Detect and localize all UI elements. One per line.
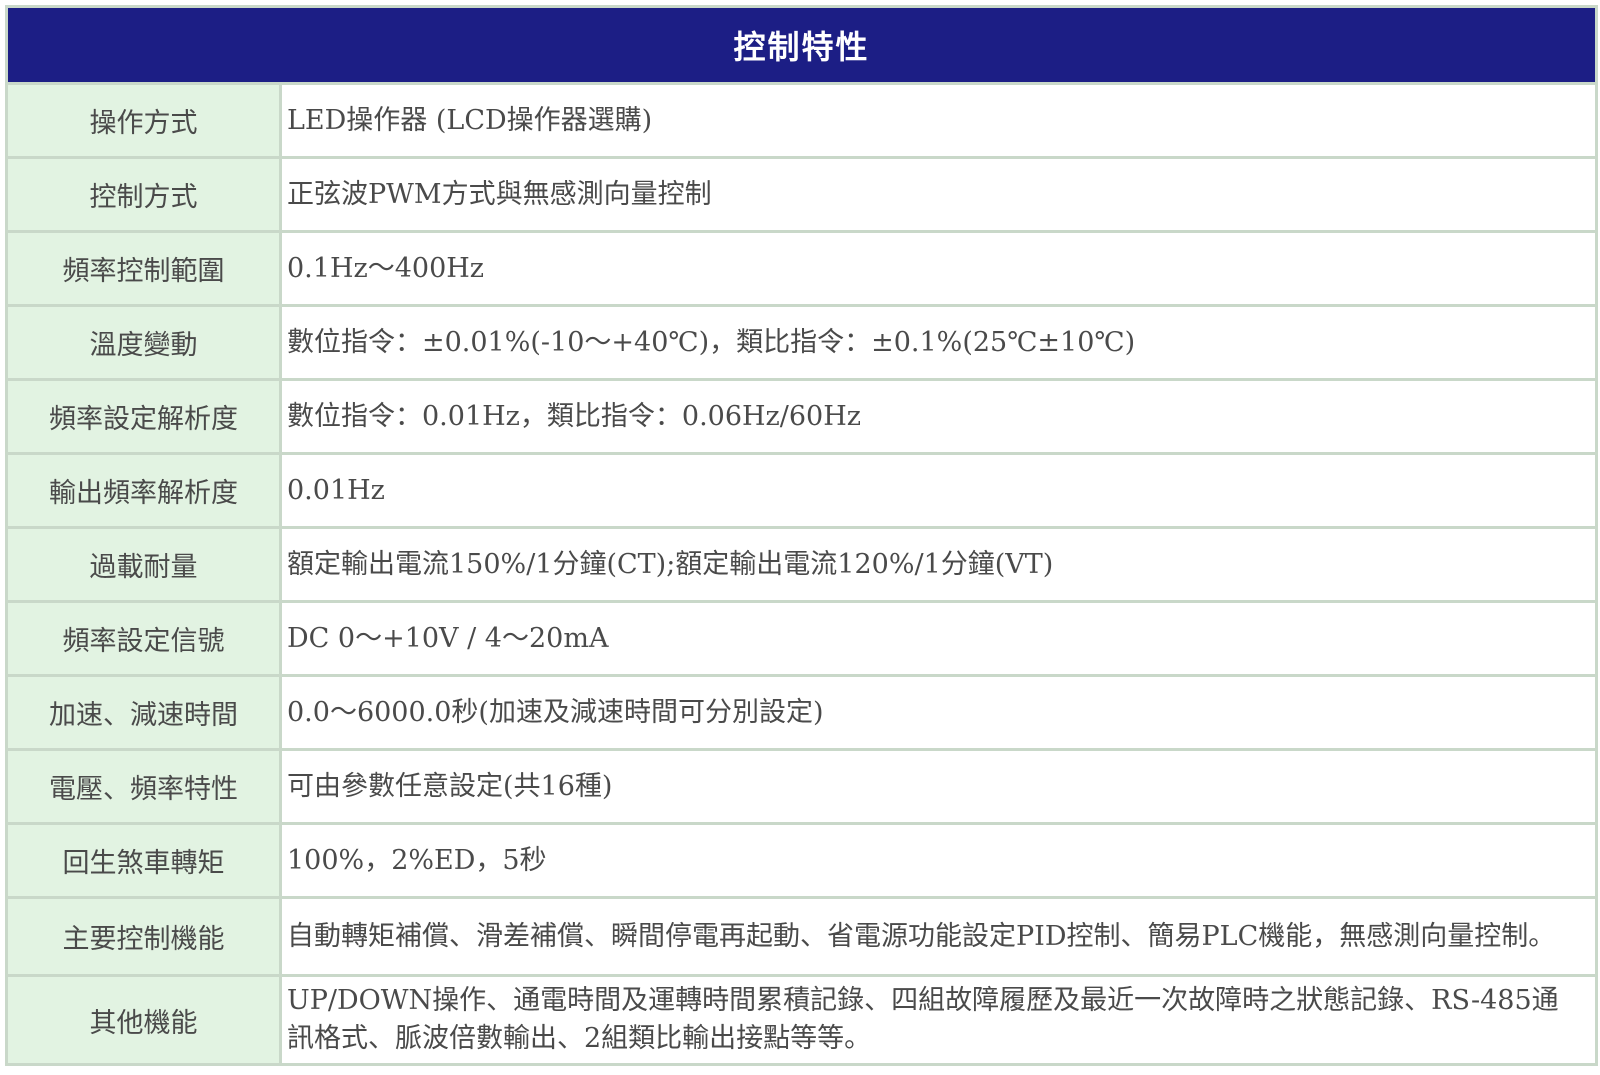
row-value: 自動轉矩補償、滑差補償、瞬間停電再起動、省電源功能設定PID控制、簡易PLC機能…	[278, 896, 1599, 977]
row-value: 額定輸出電流150%/1分鐘(CT);額定輸出電流120%/1分鐘(VT)	[278, 526, 1599, 603]
table-row: 回生煞車轉矩 100%，2%ED，5秒	[5, 822, 1599, 899]
table-row: 頻率設定信號 DC 0～+10V / 4～20mA	[5, 600, 1599, 677]
row-value: 0.0～6000.0秒(加速及減速時間可分別設定)	[278, 674, 1599, 751]
row-value: 0.01Hz	[278, 452, 1599, 529]
row-label: 過載耐量	[5, 526, 282, 603]
table-row: 加速、減速時間 0.0～6000.0秒(加速及減速時間可分別設定)	[5, 674, 1599, 751]
row-label: 控制方式	[5, 156, 282, 233]
row-label: 主要控制機能	[5, 896, 282, 977]
table-row: 頻率控制範圍 0.1Hz～400Hz	[5, 230, 1599, 307]
table-row: 其他機能 UP/DOWN操作、通電時間及運轉時間累積記錄、四組故障履歷及最近一次…	[5, 974, 1599, 1066]
row-label: 溫度變動	[5, 304, 282, 381]
row-label: 電壓、頻率特性	[5, 748, 282, 825]
table-row: 輸出頻率解析度 0.01Hz	[5, 452, 1599, 529]
row-label: 操作方式	[5, 82, 282, 159]
table-row: 主要控制機能 自動轉矩補償、滑差補償、瞬間停電再起動、省電源功能設定PID控制、…	[5, 896, 1599, 977]
control-spec-table: 控制特性 操作方式 LED操作器 (LCD操作器選購) 控制方式 正弦波PWM方…	[4, 5, 1599, 1066]
row-label: 頻率設定解析度	[5, 378, 282, 455]
row-label: 回生煞車轉矩	[5, 822, 282, 899]
table-row: 控制方式 正弦波PWM方式與無感測向量控制	[5, 156, 1599, 233]
table-title: 控制特性	[4, 5, 1599, 85]
row-value: 正弦波PWM方式與無感測向量控制	[278, 156, 1599, 233]
row-value: 0.1Hz～400Hz	[278, 230, 1599, 307]
spec-page: 控制特性 操作方式 LED操作器 (LCD操作器選購) 控制方式 正弦波PWM方…	[0, 0, 1600, 1075]
row-value: DC 0～+10V / 4～20mA	[278, 600, 1599, 677]
row-label: 其他機能	[5, 974, 282, 1066]
row-label: 頻率設定信號	[5, 600, 282, 677]
row-label: 頻率控制範圍	[5, 230, 282, 307]
row-label: 加速、減速時間	[5, 674, 282, 751]
table-row: 電壓、頻率特性 可由參數任意設定(共16種)	[5, 748, 1599, 825]
row-label: 輸出頻率解析度	[5, 452, 282, 529]
table-row: 溫度變動 數位指令：±0.01%(-10～+40℃)，類比指令：±0.1%(25…	[5, 304, 1599, 381]
row-value: LED操作器 (LCD操作器選購)	[278, 82, 1599, 159]
row-value: 數位指令：0.01Hz，類比指令：0.06Hz/60Hz	[278, 378, 1599, 455]
table-row: 過載耐量 額定輸出電流150%/1分鐘(CT);額定輸出電流120%/1分鐘(V…	[5, 526, 1599, 603]
table-row: 頻率設定解析度 數位指令：0.01Hz，類比指令：0.06Hz/60Hz	[5, 378, 1599, 455]
table-row: 操作方式 LED操作器 (LCD操作器選購)	[5, 82, 1599, 159]
row-value: 可由參數任意設定(共16種)	[278, 748, 1599, 825]
row-value: 數位指令：±0.01%(-10～+40℃)，類比指令：±0.1%(25℃±10℃…	[278, 304, 1599, 381]
row-value: 100%，2%ED，5秒	[278, 822, 1599, 899]
row-value: UP/DOWN操作、通電時間及運轉時間累積記錄、四組故障履歷及最近一次故障時之狀…	[278, 974, 1599, 1066]
